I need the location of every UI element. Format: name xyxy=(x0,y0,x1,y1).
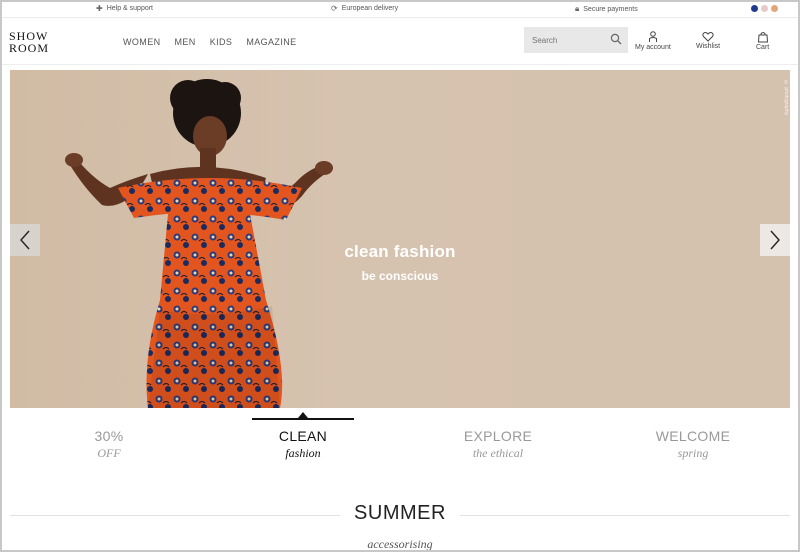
nav-women[interactable]: WOMEN xyxy=(123,37,161,47)
chevron-right-icon xyxy=(770,230,780,250)
help-support-label: Help & support xyxy=(106,5,154,12)
tab-subheading: spring xyxy=(677,446,709,460)
payments-label: Secure payments xyxy=(583,5,638,13)
section-subtitle: accessorising xyxy=(367,537,433,550)
flag-de-icon[interactable] xyxy=(771,5,778,12)
search-input[interactable] xyxy=(530,34,612,46)
tab-explore-ethical[interactable]: EXPLORE the ethical xyxy=(418,418,578,461)
flag-uk-icon[interactable] xyxy=(751,5,758,12)
page: ✚ Help & support ⟳ European delivery 🔒︎ … xyxy=(2,2,798,550)
logo-line-2: ROOM xyxy=(9,41,50,55)
nav-magazine[interactable]: MAGAZINE xyxy=(246,37,296,47)
wishlist-label: Wishlist xyxy=(696,43,721,50)
hero-photo-model xyxy=(65,79,333,408)
shopping-bag-icon xyxy=(757,32,768,43)
carousel-tabs: 30% OFF CLEAN fashion EXPLORE the ethica… xyxy=(10,412,790,468)
section-title: SUMMER xyxy=(354,502,446,524)
hero-title: clean fashion xyxy=(344,242,456,261)
wishlist-button[interactable]: Wishlist xyxy=(696,31,720,50)
tab-subheading: the ethical xyxy=(472,446,524,460)
tab-heading: 30% xyxy=(94,428,124,444)
tab-subheading: OFF xyxy=(97,446,121,460)
delivery-info[interactable]: ⟳ European delivery xyxy=(331,4,398,13)
help-support-link[interactable]: ✚ Help & support xyxy=(96,4,153,13)
cart-button[interactable]: Cart xyxy=(756,31,769,51)
help-icon: ✚ xyxy=(96,4,103,13)
carousel-prev-button[interactable] xyxy=(10,224,40,256)
tab-welcome-spring[interactable]: WELCOME spring xyxy=(613,418,773,461)
photo-credit: © photography xyxy=(783,80,789,116)
cart-label: Cart xyxy=(756,44,770,51)
lock-icon: 🔒︎ xyxy=(575,4,580,13)
site-header: SHOW ROOM WOMEN MEN KIDS MAGAZINE My acc… xyxy=(2,18,798,65)
tab-30-off[interactable]: 30% OFF xyxy=(29,418,189,461)
my-account-button[interactable]: My account xyxy=(635,31,671,51)
payments-info[interactable]: 🔒︎ Secure payments xyxy=(575,4,638,14)
utility-bar: ✚ Help & support ⟳ European delivery 🔒︎ … xyxy=(2,2,798,18)
logo[interactable]: SHOW ROOM xyxy=(9,30,49,54)
search-icon[interactable] xyxy=(610,33,622,45)
heart-icon xyxy=(702,31,714,42)
carousel-next-button[interactable] xyxy=(760,224,790,256)
nav-kids[interactable]: KIDS xyxy=(210,37,233,47)
tab-clean-fashion[interactable]: CLEAN fashion xyxy=(223,418,383,461)
chevron-left-icon xyxy=(20,230,30,250)
my-account-label: My account xyxy=(635,44,671,51)
user-icon xyxy=(648,31,657,42)
delivery-label: European delivery xyxy=(341,5,399,12)
language-flags xyxy=(751,5,778,12)
tab-heading: EXPLORE xyxy=(463,428,533,444)
search-box xyxy=(524,27,628,53)
tab-heading: CLEAN xyxy=(278,428,328,444)
nav-men[interactable]: MEN xyxy=(175,37,196,47)
main-nav: WOMEN MEN KIDS MAGAZINE xyxy=(123,37,297,47)
flag-fr-icon[interactable] xyxy=(761,5,768,12)
tab-subheading: fashion xyxy=(285,446,321,460)
refresh-icon: ⟳ xyxy=(331,4,338,13)
tab-heading: WELCOME xyxy=(655,428,731,444)
hero-carousel: clean fashion be conscious © photography xyxy=(10,70,790,408)
hero-subtitle: be conscious xyxy=(361,269,439,283)
